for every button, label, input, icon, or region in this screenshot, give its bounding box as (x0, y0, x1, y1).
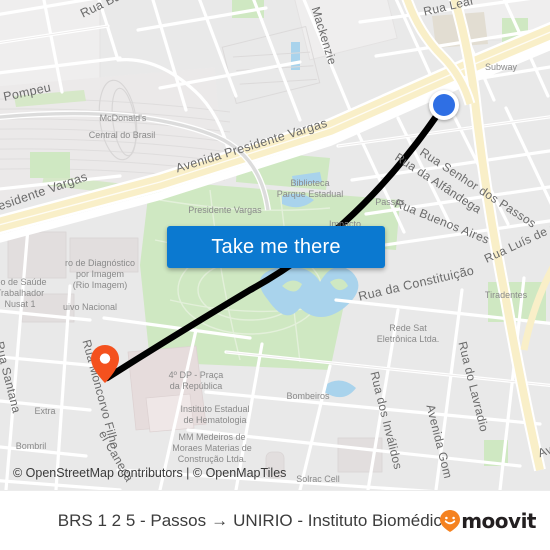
trip-map-screen: Rua Barão de SMackenzieRua Learr PompeuA… (0, 0, 550, 550)
footer-bar: BRS 1 2 5 - Passos → UNIRIO - Instituto Bi… (0, 490, 550, 550)
map-pin-icon (91, 345, 119, 383)
trip-origin-label: BRS 1 2 5 - Passos (57, 511, 207, 530)
moovit-pin-icon (440, 510, 461, 532)
moovit-logo[interactable]: moovit (440, 510, 536, 532)
trip-arrow-icon: → (211, 511, 229, 530)
trip-destination-label: UNIRIO - Instituto Biomédico (233, 511, 452, 530)
destination-marker[interactable] (91, 345, 119, 383)
map-attribution[interactable]: © OpenStreetMap contributors | © OpenMap… (13, 466, 286, 480)
take-me-there-button[interactable]: Take me there (167, 226, 385, 268)
footer-content: BRS 1 2 5 - Passos → UNIRIO - Instituto Bi… (0, 491, 550, 550)
trip-summary: BRS 1 2 5 - Passos → UNIRIO - Instituto Bi… (20, 491, 452, 550)
origin-marker-dot (433, 94, 455, 116)
moovit-wordmark: moovit (461, 509, 536, 533)
origin-marker[interactable] (429, 90, 459, 120)
map-canvas[interactable]: Rua Barão de SMackenzieRua Learr PompeuA… (0, 0, 550, 490)
